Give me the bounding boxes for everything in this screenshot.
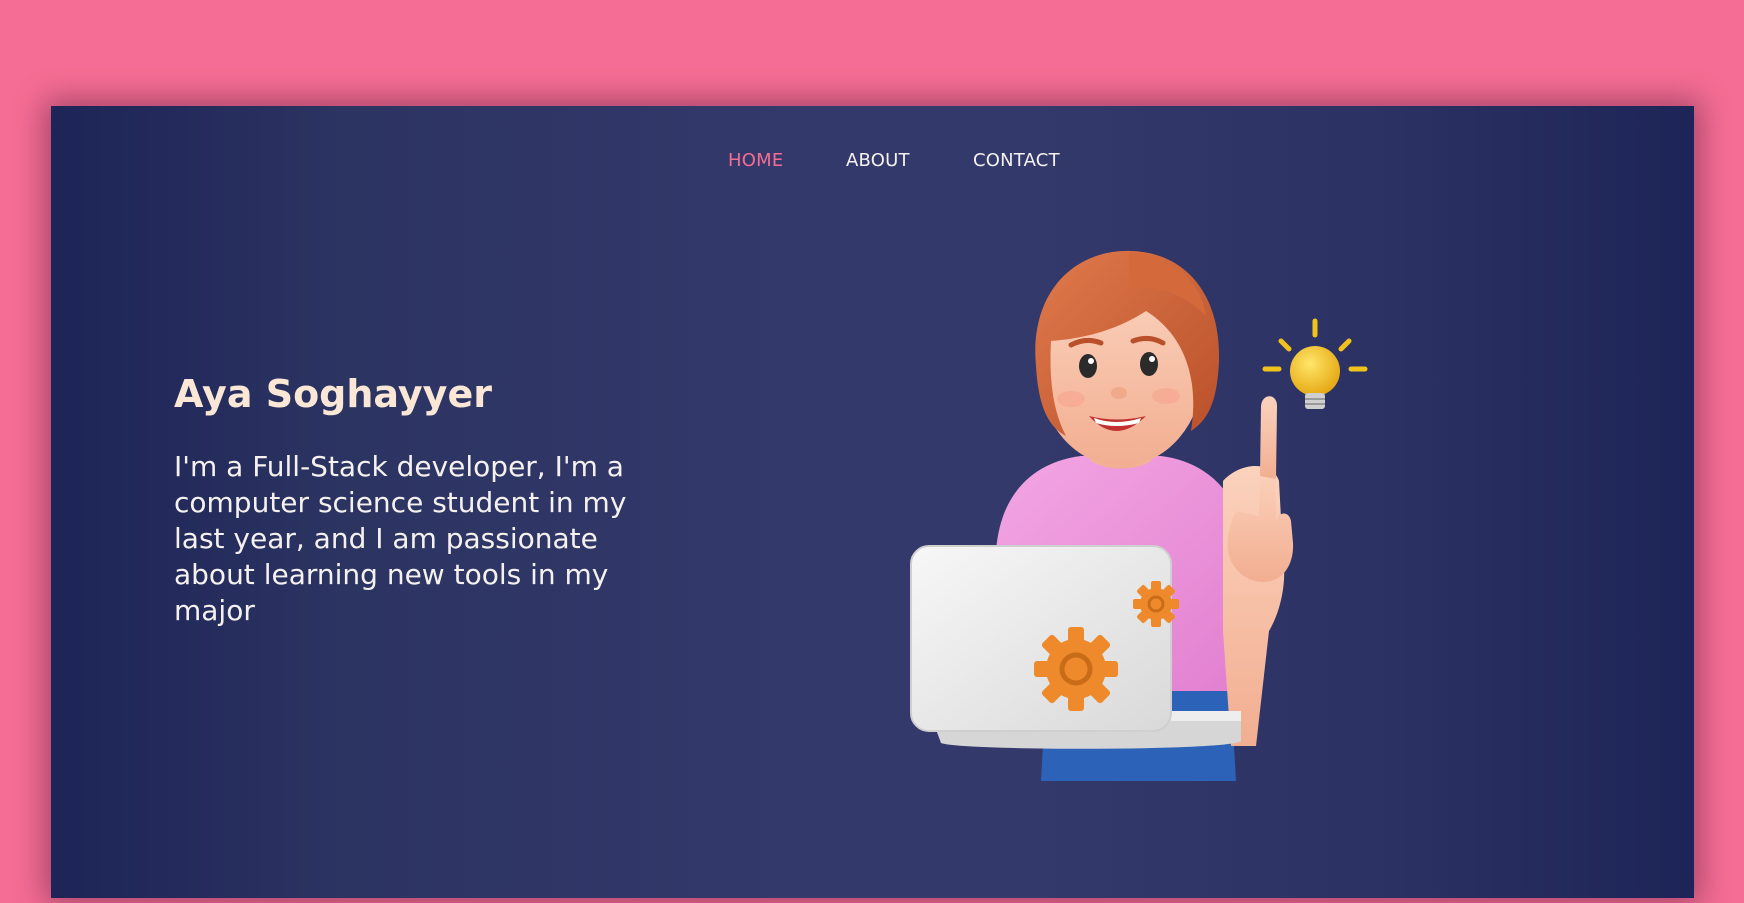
hero-card: HOME ABOUT CONTACT Aya Soghayyer I'm a F… [51, 106, 1694, 898]
hero-bio: I'm a Full-Stack developer, I'm a comput… [174, 450, 627, 627]
lightbulb-icon [1262, 318, 1368, 409]
nav-about-link[interactable]: ABOUT [846, 150, 910, 171]
top-nav: HOME ABOUT CONTACT [51, 150, 1694, 180]
nav-contact-link[interactable]: CONTACT [973, 150, 1060, 171]
hero-name: Aya Soghayyer [174, 372, 492, 416]
girl-with-laptop-illustration [901, 221, 1391, 781]
nav-home-link[interactable]: HOME [728, 150, 783, 171]
gear-icon [1133, 581, 1179, 627]
gear-icon [1034, 627, 1118, 711]
